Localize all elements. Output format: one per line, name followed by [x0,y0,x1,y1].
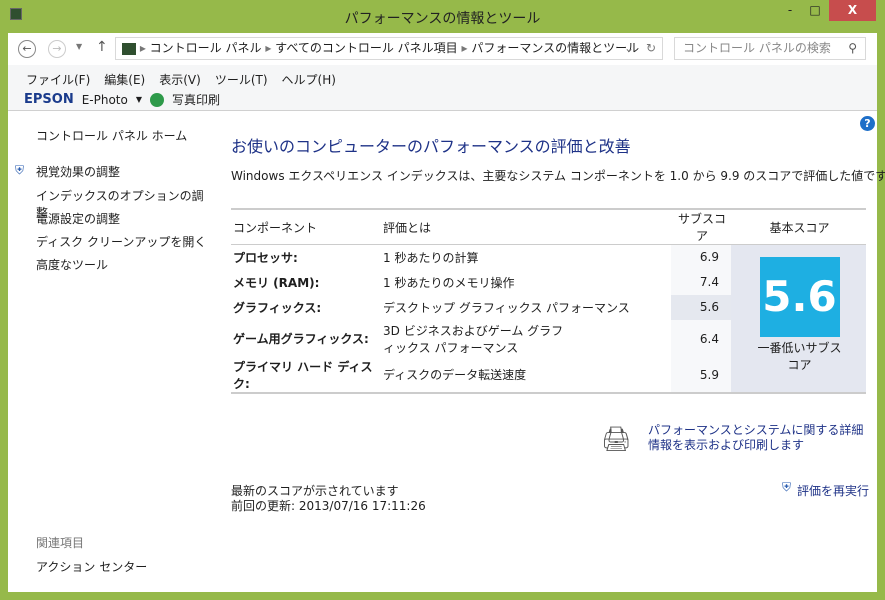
refresh-icon[interactable]: ↻ [646,38,656,59]
printer-icon: 🖨 [601,425,632,453]
rating-desc: 3D ビジネスおよびゲーム グラフィックス パフォーマンス [383,323,564,355]
menu-help[interactable]: ヘルプ(H) [282,71,336,88]
component: ゲーム用グラフィックス: [233,332,369,346]
menu-edit[interactable]: 編集(E) [104,71,145,88]
component: プライマリ ハード ディスク: [233,359,373,391]
breadcrumb-item[interactable]: コントロール パネル [150,41,262,55]
description: Windows エクスペリエンス インデックスは、主要なシステム コンポーネント… [231,169,885,183]
search-icon[interactable]: ⚲ [848,38,857,59]
photo-print-button[interactable]: 写真印刷 [172,91,220,108]
sidebar-link[interactable]: 電源設定の調整 [36,210,120,227]
breadcrumb-item[interactable]: パフォーマンスの情報とツール [471,41,639,55]
related-title: 関連項目 [36,536,85,550]
forward-button[interactable]: → [48,40,66,58]
subscore: 5.6 [671,294,731,320]
maximize-button[interactable]: □ [800,0,830,21]
rerun-link[interactable]: 評価を再実行 [797,482,869,499]
col-header: 評価とは [381,209,671,245]
control-panel-home-link[interactable]: コントロール パネル ホーム [36,127,187,144]
sidebar-link[interactable]: ディスク クリーンアップを開く [36,233,206,250]
component: プロセッサ: [233,250,298,265]
dropdown-arrow-icon[interactable]: ▼ [136,95,142,104]
help-icon[interactable]: ? [860,116,875,131]
rating-desc: デスクトップ グラフィックス パフォーマンス [383,300,630,315]
subscore: 5.9 [671,357,731,393]
sidebar-link[interactable]: 視覚効果の調整 [36,163,120,180]
epson-logo: EPSON [24,92,74,107]
component: グラフィックス: [233,300,322,315]
up-arrow-icon[interactable]: ↑ [96,39,108,55]
print-icon [150,92,165,107]
base-score-caption: 一番低いサブスコア [757,341,842,372]
search-input[interactable]: コントロール パネルの検索 ⚲ [674,37,866,60]
window: パフォーマンスの情報とツール - □ X ← → ▼ ↑ ▸ コントロール パネ… [0,0,885,600]
details-link[interactable]: パフォーマンスとシステムに関する詳細情報を表示および印刷します [648,423,870,453]
menu-file[interactable]: ファイル(F) [26,71,90,88]
last-update: 前回の更新: 2013/07/16 17:11:26 [231,499,426,513]
rating-desc: 1 秒あたりの計算 [383,250,479,265]
col-header: 基本スコア [731,209,866,245]
subscore: 6.9 [671,244,731,270]
col-header: コンポーネント [231,209,381,245]
action-center-link[interactable]: アクション センター [36,558,147,575]
window-title: パフォーマンスの情報とツール [344,11,541,27]
back-button[interactable]: ← [18,40,36,58]
address-input[interactable]: ▸ コントロール パネル ▸ すべてのコントロール パネル項目 ▸ パフォーマン… [115,37,663,60]
left-pane: コントロール パネル ホーム ⛨ 視覚効果の調整 インデックスのオプションの調整… [8,113,213,592]
sidebar-link[interactable]: 高度なツール [36,256,108,273]
shield-icon: ⛨ [15,163,25,177]
rating-desc: 1 秒あたりのメモリ操作 [383,275,515,290]
page-title: お使いのコンピューターのパフォーマンスの評価と改善 [231,137,631,156]
col-header: サブスコア [671,209,731,245]
epson-toolbar: EPSON E-Photo ▼ 写真印刷 [24,91,220,108]
search-placeholder: コントロール パネルの検索 [683,41,831,55]
chevron-down-icon[interactable]: ⌄ [624,38,634,59]
score-table: コンポーネント 評価とは サブスコア 基本スコア プロセッサ: 1 秒あたりの計算 6.9… [231,208,866,394]
component: メモリ (RAM): [233,275,320,290]
close-button[interactable]: X [829,0,876,21]
base-score: 5.6 [759,257,840,337]
table-row: プロセッサ: 1 秒あたりの計算 6.9 5.6 一番低いサブスコア [231,244,866,393]
menu-view[interactable]: 表示(V) [159,71,201,88]
title-bar: パフォーマンスの情報とツール - □ X [0,0,885,33]
address-bar-row: ← → ▼ ↑ ▸ コントロール パネル ▸ すべてのコントロール パネル項目 … [8,33,877,63]
base-score-cell: 5.6 一番低いサブスコア [731,244,866,393]
subscore: 6.4 [671,319,731,358]
menu-tools[interactable]: ツール(T) [215,71,268,88]
recent-dropdown-icon[interactable]: ▼ [76,42,82,51]
control-panel-icon [122,42,136,55]
breadcrumb-item[interactable]: すべてのコントロール パネル項目 [275,41,458,55]
menu-bar: ファイル(F) 編集(E) 表示(V) ツール(T) ヘルプ(H) EPSON E-Ph… [8,65,877,111]
shield-icon: ⛨ [782,480,792,494]
subscore: 7.4 [671,269,731,295]
e-photo-button[interactable]: E-Photo [82,93,128,107]
rating-desc: ディスクのデータ転送速度 [383,368,527,382]
